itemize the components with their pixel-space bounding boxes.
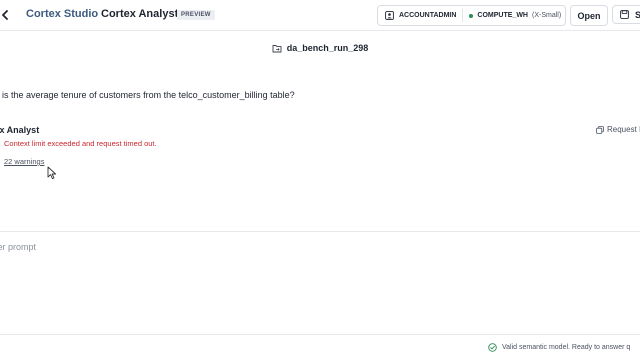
status-text: Valid semantic model. Ready to answer q bbox=[502, 344, 631, 351]
prompt-input[interactable] bbox=[0, 240, 622, 332]
prompt-divider bbox=[0, 231, 640, 232]
context-selector[interactable]: ACCOUNTADMIN COMPUTE_WH (X-Small) bbox=[377, 5, 566, 26]
preview-badge: PREVIEW bbox=[177, 10, 215, 20]
role-name: ACCOUNTADMIN bbox=[399, 12, 457, 19]
check-circle-icon bbox=[488, 343, 497, 352]
back-button[interactable] bbox=[0, 6, 12, 24]
warehouse-name: COMPUTE_WH bbox=[477, 12, 528, 19]
role-selector[interactable]: ACCOUNTADMIN bbox=[378, 11, 456, 20]
user-message: hat is the average tenure of customers f… bbox=[0, 90, 295, 100]
open-button[interactable]: Open bbox=[570, 5, 608, 26]
model-status: Valid semantic model. Ready to answer q bbox=[488, 343, 630, 352]
save-icon bbox=[620, 10, 629, 19]
status-bar: Valid semantic model. Ready to answer q bbox=[0, 334, 640, 361]
chevron-left-icon bbox=[2, 10, 8, 20]
save-button[interactable]: Sa bbox=[612, 5, 640, 24]
top-header: Cortex Studio Cortex Analyst PREVIEW ACC… bbox=[0, 0, 640, 31]
user-badge-icon bbox=[385, 11, 394, 20]
context-divider bbox=[462, 9, 464, 22]
request-label: Request I bbox=[607, 125, 640, 134]
warehouse-status-dot bbox=[469, 13, 474, 18]
warehouse-size: (X-Small) bbox=[531, 12, 562, 19]
breadcrumb-cortex-studio[interactable]: Cortex Studio bbox=[26, 8, 98, 20]
warnings-link[interactable]: 22 warnings bbox=[4, 157, 44, 166]
warehouse-selector[interactable]: COMPUTE_WH (X-Small) bbox=[469, 12, 561, 19]
semantic-file-title: da_bench_run_298 bbox=[0, 40, 640, 56]
error-message: Context limit exceeded and request timed… bbox=[4, 139, 157, 148]
page-title: Cortex Analyst bbox=[101, 8, 179, 20]
copy-icon bbox=[596, 125, 604, 134]
mouse-pointer-icon bbox=[47, 166, 57, 180]
request-button[interactable]: Request I bbox=[596, 125, 640, 134]
save-label: Sa bbox=[635, 9, 640, 20]
file-name: da_bench_run_298 bbox=[286, 43, 369, 53]
analyst-sender-label: rtex Analyst bbox=[0, 125, 40, 135]
file-share-icon bbox=[272, 44, 282, 52]
